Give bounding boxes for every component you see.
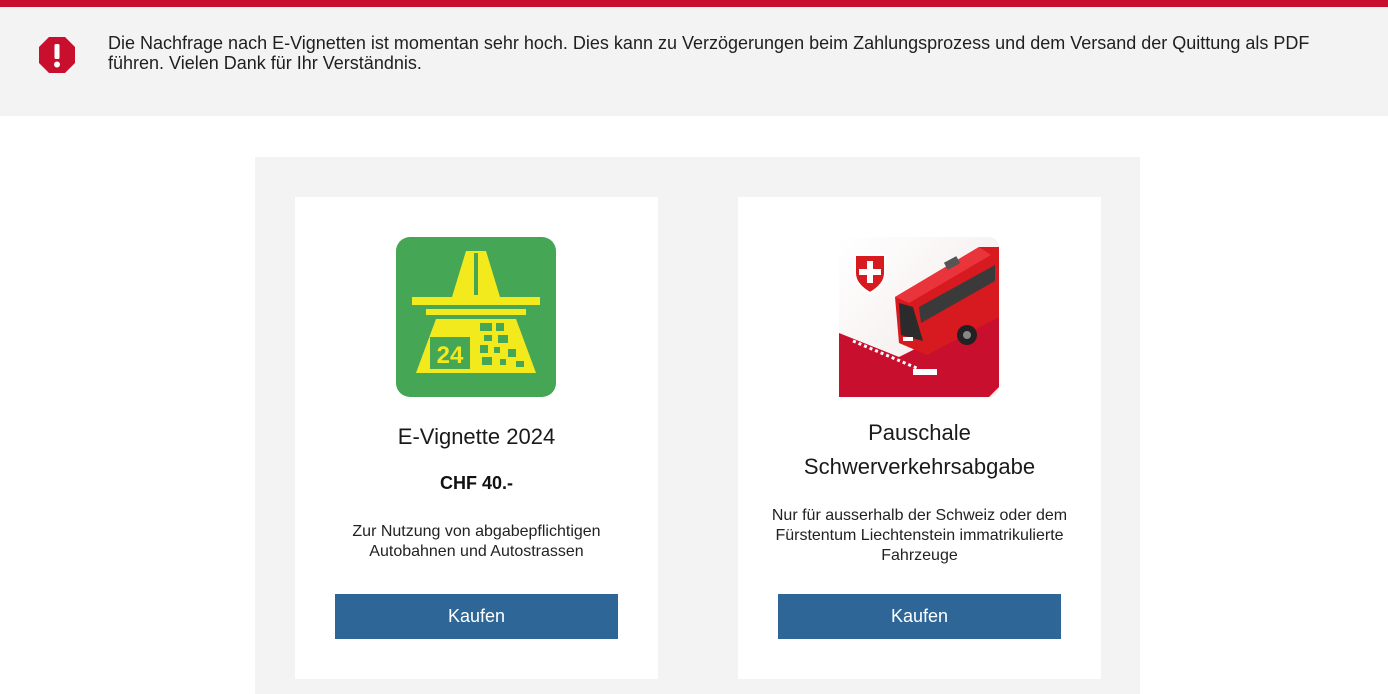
buy-e-vignette-button[interactable]: Kaufen [335, 594, 618, 639]
product-card-e-vignette: 24 E-Vignette 2024 CHF 40.- Zur Nutzung … [295, 197, 658, 679]
e-vignette-2024-icon: 24 [396, 237, 556, 397]
notice-message: Die Nachfrage nach E-Vignetten ist momen… [108, 33, 1310, 73]
warning-octagon-icon [38, 36, 76, 74]
product-title: Pauschale Schwerverkehrsabgabe [803, 420, 1036, 479]
red-bus-swiss-shield-icon [839, 237, 999, 397]
demand-notice-banner: Die Nachfrage nach E-Vignetten ist momen… [0, 7, 1388, 116]
product-title: E-Vignette 2024 [397, 424, 556, 449]
product-price: CHF 40.- [439, 473, 513, 493]
svg-text:24: 24 [437, 342, 464, 369]
buy-schwerverkehrsabgabe-button[interactable]: Kaufen [778, 594, 1061, 639]
top-accent-bar [0, 0, 1388, 7]
product-card-schwerverkehrsabgabe: Pauschale Schwerverkehrsabgabe Nur für a… [738, 197, 1101, 679]
product-description: Nur für ausserhalb der Schweiz oder dem … [771, 507, 1068, 564]
product-description: Zur Nutzung von abgabepflichtigen Autoba… [352, 523, 601, 560]
